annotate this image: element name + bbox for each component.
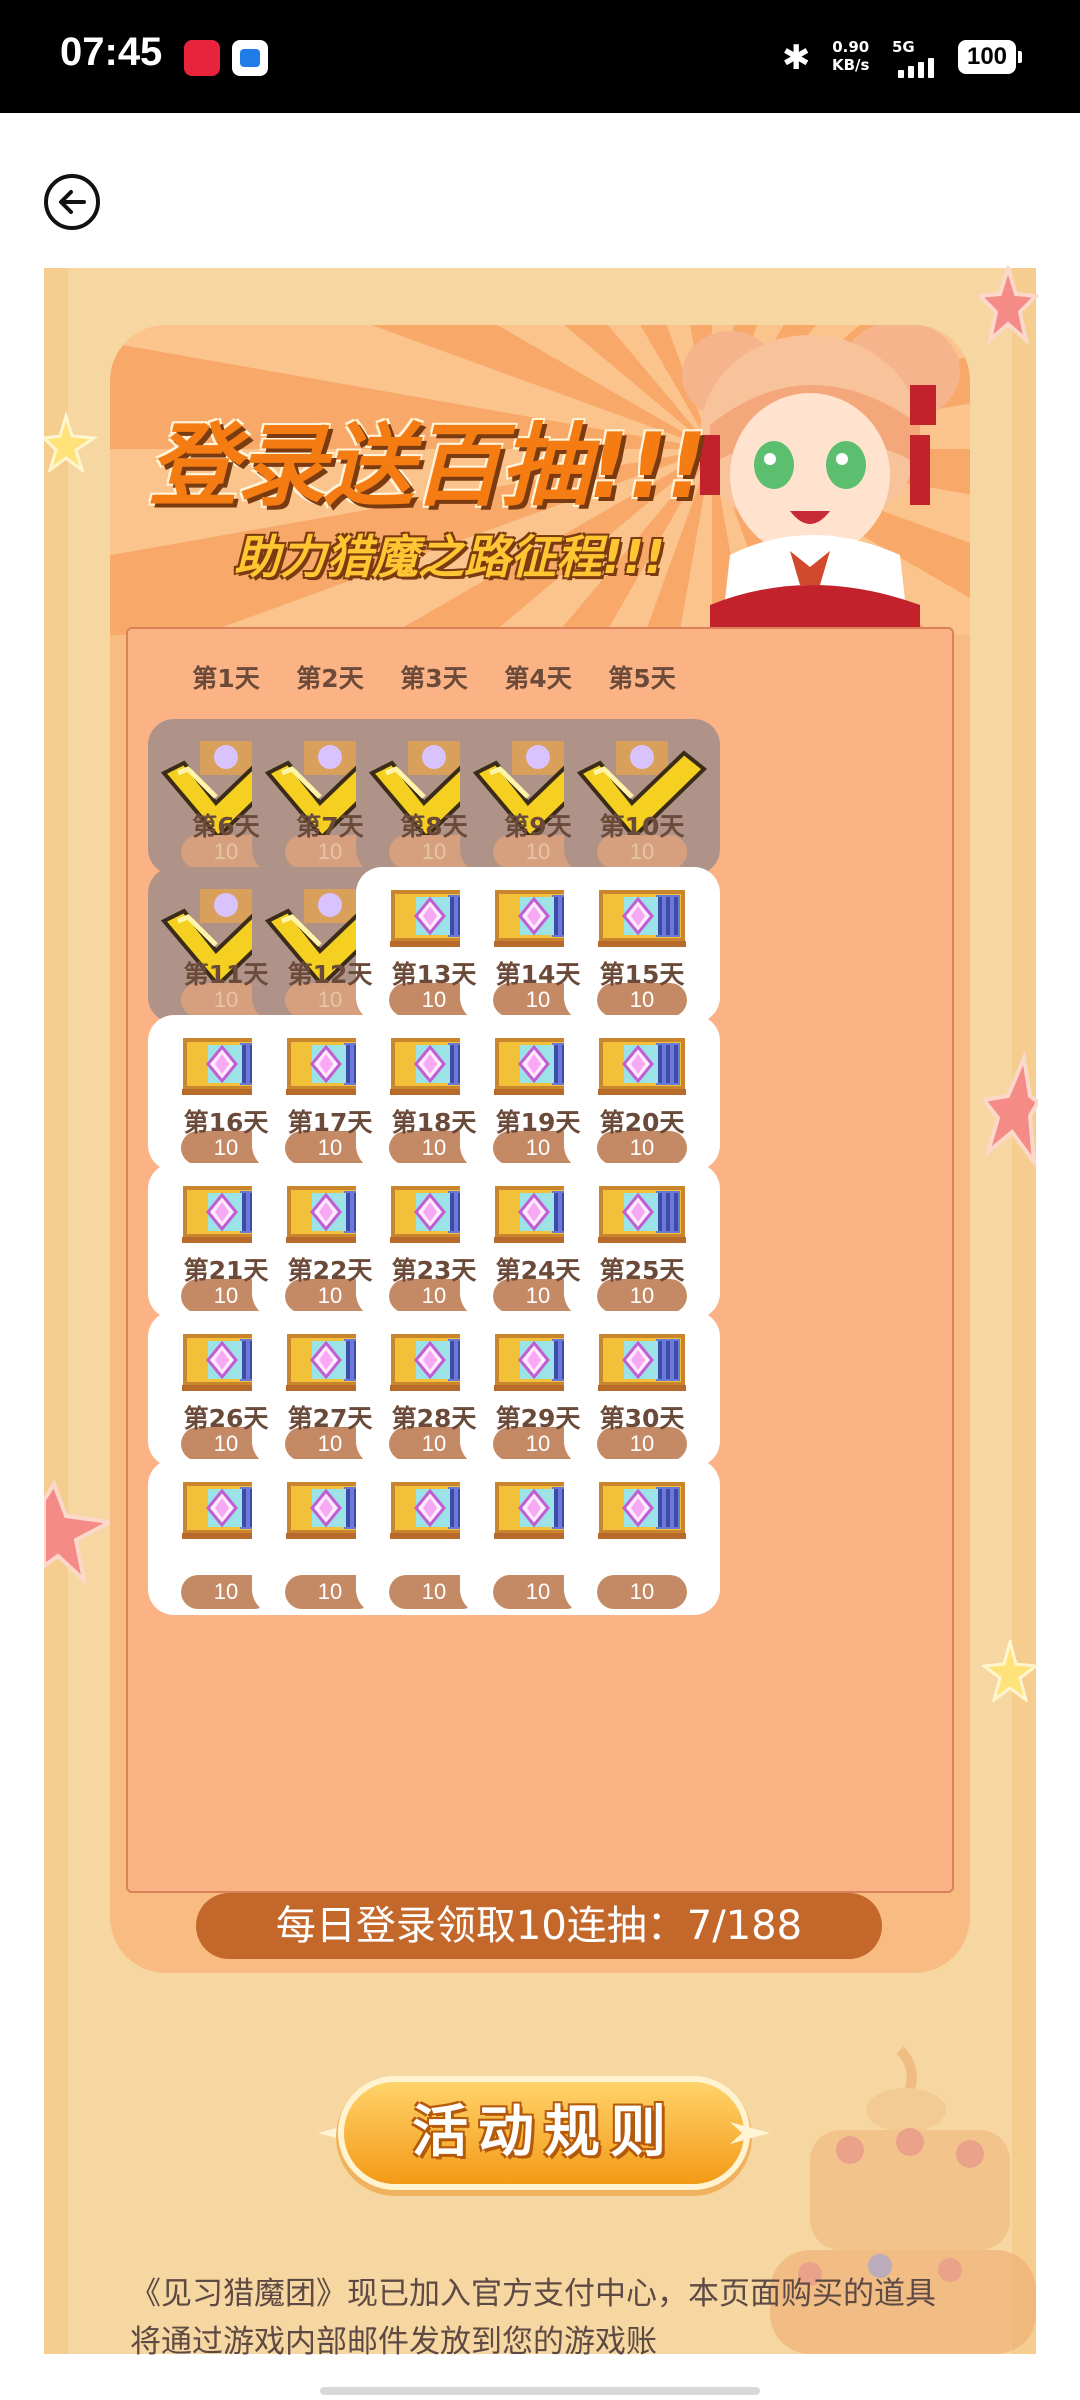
network-speed: 0.90 KB/s	[832, 38, 869, 74]
day-label: 第5天	[608, 664, 676, 693]
back-button[interactable]	[44, 174, 100, 230]
notification-app-icon	[184, 40, 220, 76]
daily-reward-grid[interactable]: 第1天 10 第2天 10 第3天 10 第4天 10 第5天 10 第6天 10 第7天 10 第8天 10…	[126, 627, 954, 1893]
reward-box[interactable]: 10	[564, 1459, 720, 1615]
star-decoration-icon	[978, 266, 1038, 344]
day-label: 第10天	[599, 812, 685, 841]
banner-title: 登录送百抽!!!	[148, 414, 707, 519]
day-label: 第30天	[599, 1404, 685, 1433]
network-speed-unit: KB/s	[832, 56, 870, 74]
network-speed-value: 0.90	[832, 38, 870, 56]
gacha-ticket-icon	[598, 1186, 686, 1243]
gacha-ticket-icon	[598, 1482, 686, 1539]
gacha-ticket-icon	[598, 890, 686, 947]
day-cell[interactable]: 第30天 10	[564, 1399, 720, 1615]
star-decoration-icon	[984, 1052, 1038, 1169]
back-arrow-icon	[59, 190, 86, 214]
star-decoration-icon	[44, 412, 98, 472]
bluetooth-icon: ✱	[782, 38, 811, 78]
star-decoration-icon	[982, 1640, 1038, 1702]
battery-icon: 100	[958, 40, 1022, 74]
login-reward-card: 登录送百抽!!! 助力猎魔之路征程!!! 第1天 10 第2天 10 第3天 10 第4天 1…	[110, 325, 970, 1973]
sparkle-right-icon	[730, 2122, 770, 2144]
network-type: 5G	[892, 38, 915, 56]
rules-description: 《见习猎魔团》现已加入官方支付中心，本页面购买的道具将通过游戏内部邮件发放到您的…	[130, 2276, 936, 2360]
reward-quantity: 10	[597, 1575, 687, 1609]
notification-app-icon-2	[232, 40, 268, 76]
day-label: 第20天	[599, 1108, 685, 1137]
mascot-girl-icon	[682, 325, 960, 645]
gacha-ticket-icon	[598, 1038, 686, 1095]
banner-header: 登录送百抽!!! 助力猎魔之路征程!!!	[110, 325, 970, 645]
star-decoration-icon	[44, 1480, 114, 1584]
day-label: 第15天	[599, 960, 685, 989]
status-bar: 07:45 ✱ 0.90 KB/s 5G 100	[0, 0, 1080, 113]
gacha-ticket-icon	[598, 1334, 686, 1391]
signal-icon: 5G	[892, 38, 948, 78]
banner-subtitle: 助力猎魔之路征程!!!	[234, 530, 665, 584]
home-indicator[interactable]	[320, 2387, 760, 2395]
day-label: 第25天	[599, 1256, 685, 1285]
status-time: 07:45	[60, 30, 163, 74]
activity-rules-button[interactable]: 活动规则	[344, 2082, 744, 2184]
login-progress: 每日登录领取10连抽：7/188	[196, 1893, 882, 1959]
